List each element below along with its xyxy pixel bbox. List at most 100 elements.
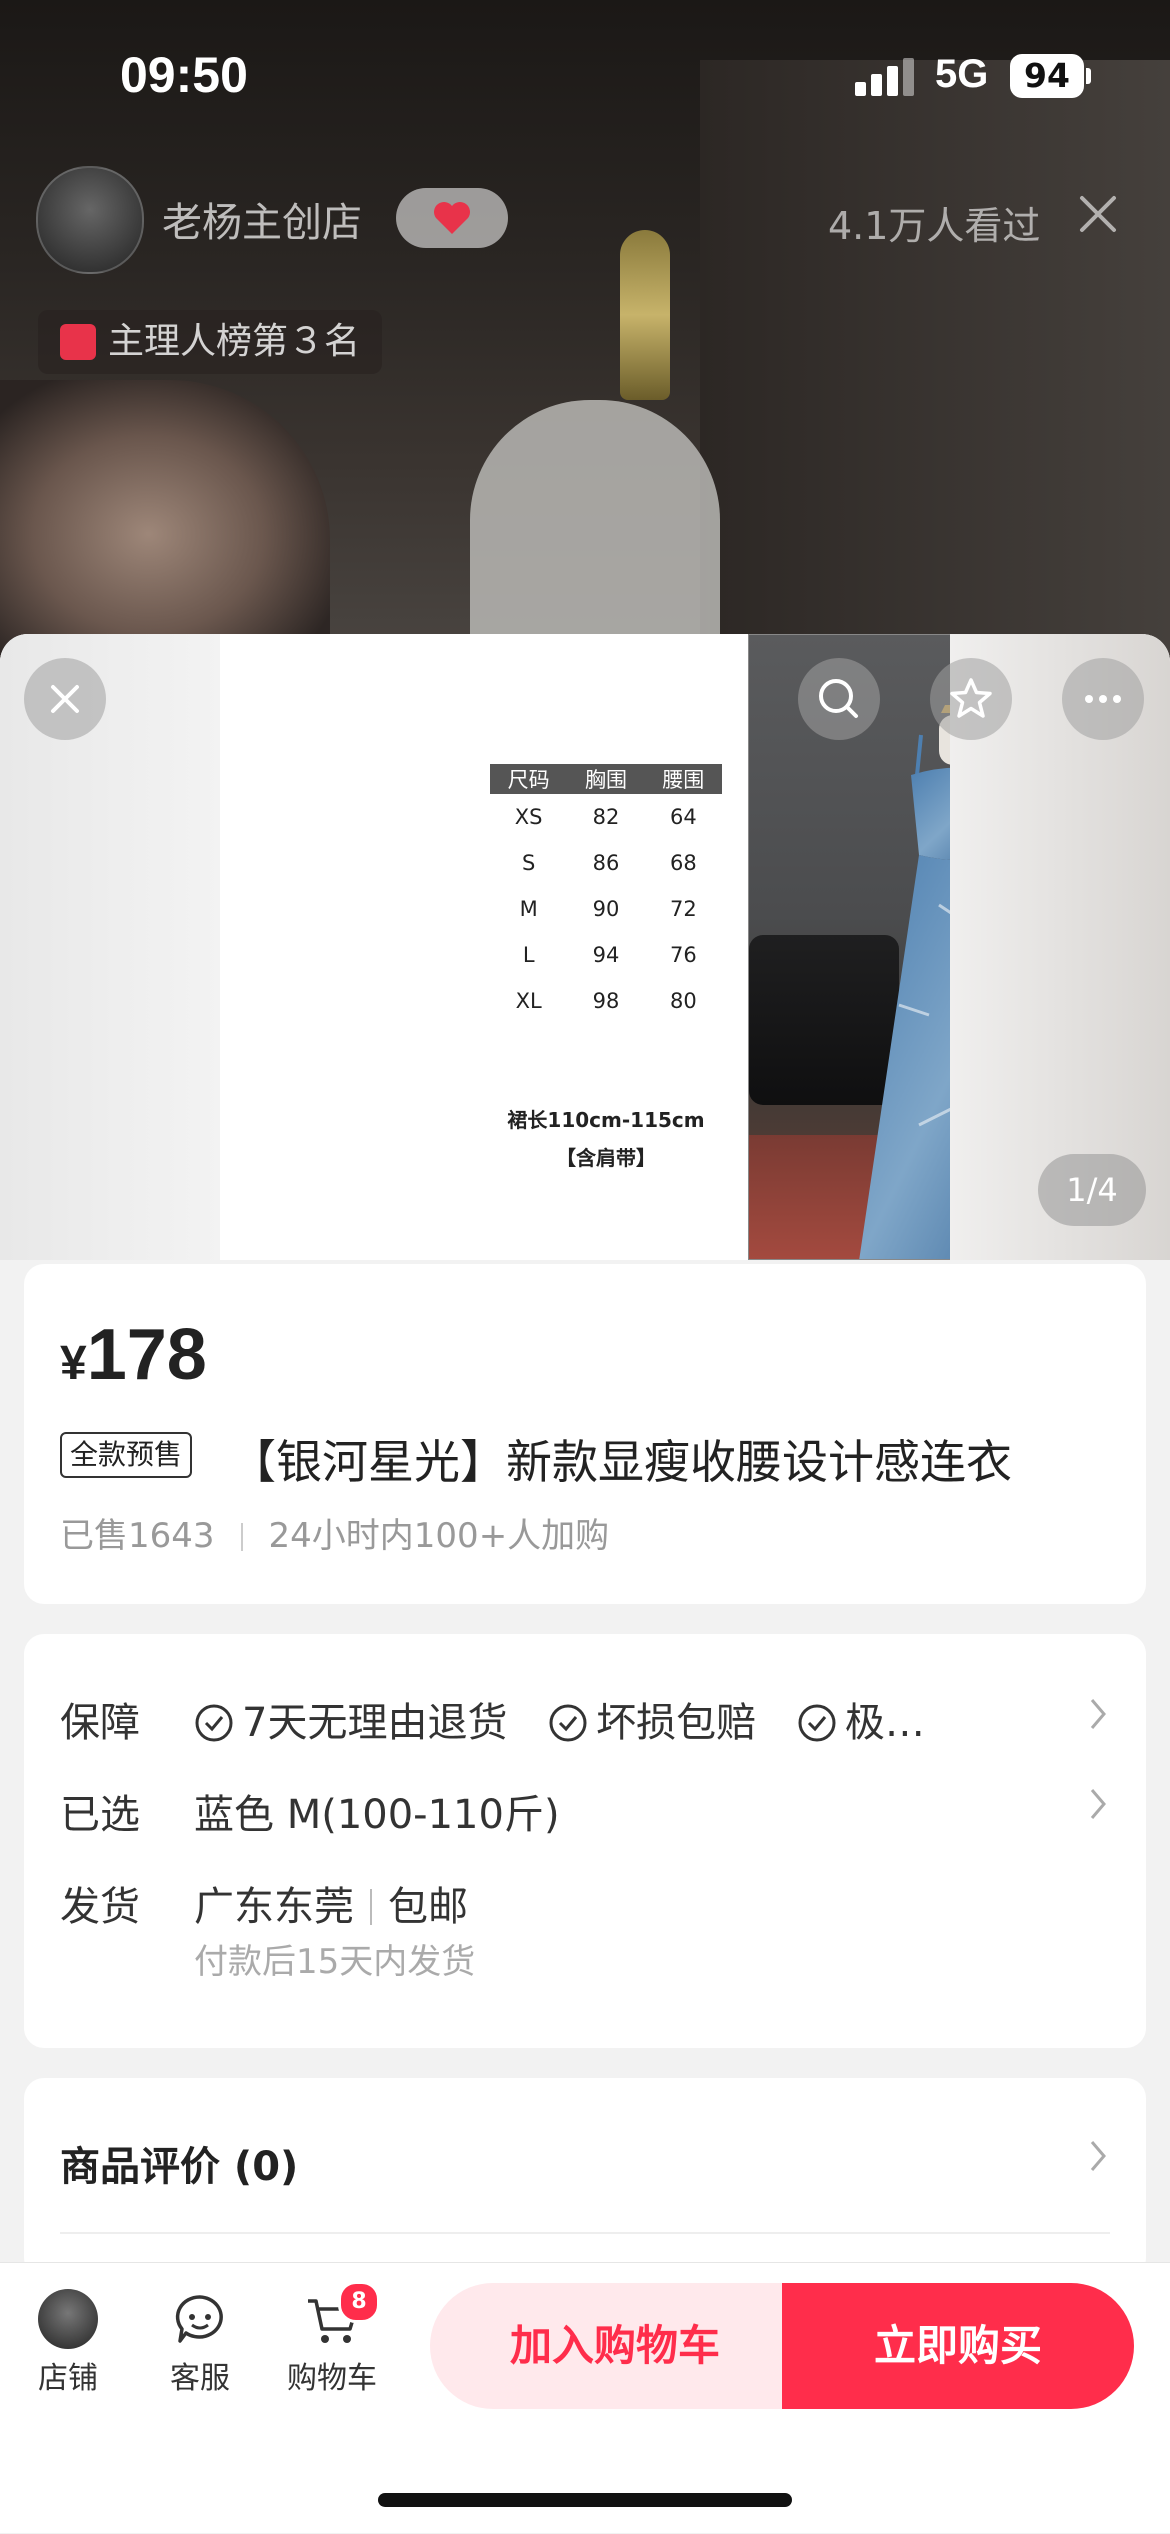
size-cell: S bbox=[521, 851, 536, 875]
size-cell: 86 bbox=[592, 851, 620, 875]
size-cell: 90 bbox=[592, 897, 620, 921]
store-name[interactable]: 老杨主创店 bbox=[162, 190, 362, 248]
divider bbox=[370, 1889, 372, 1925]
presale-tag: 全款预售 bbox=[60, 1432, 193, 1478]
viewer-count: 4.1万人看过 bbox=[828, 204, 1041, 248]
size-cell: L bbox=[522, 943, 535, 967]
more-icon bbox=[1085, 695, 1121, 703]
size-cell: 64 bbox=[669, 805, 697, 829]
size-chart-header: 尺码 胸围 腰围 bbox=[490, 764, 722, 794]
store-avatar[interactable] bbox=[36, 166, 144, 274]
image-gallery[interactable]: 尺码 胸围 腰围 XS 82 64 S 86 68 M 90 72 L 94 76 XL 98 80… bbox=[0, 634, 1170, 1260]
size-row: L 94 76 bbox=[490, 932, 722, 978]
status-time: 09:50 bbox=[120, 47, 248, 103]
close-icon bbox=[51, 685, 79, 713]
search-button[interactable] bbox=[798, 658, 880, 740]
scene-finial bbox=[620, 230, 670, 400]
store-avatar-icon bbox=[38, 2289, 98, 2349]
search-icon bbox=[819, 679, 858, 718]
guarantee-label: 保障 bbox=[60, 1700, 140, 1746]
signal-icon bbox=[855, 56, 915, 96]
home-indicator bbox=[378, 2493, 792, 2507]
cart-tab-label: 购物车 bbox=[287, 2361, 377, 2396]
rank-text: 主理人榜第３名 bbox=[108, 321, 361, 362]
add-to-cart-button[interactable]: 加入购物车 bbox=[430, 2283, 800, 2409]
size-cell: 82 bbox=[592, 805, 620, 829]
gallery-page-indicator: 1/4 bbox=[1038, 1154, 1146, 1226]
customer-service-tab[interactable]: 客服 bbox=[140, 2289, 260, 2397]
divider bbox=[60, 2232, 1110, 2234]
info-card: 保障 7天无理由退货 坏损包赔 极… 已选 蓝色 M(100-110斤) 发货 … bbox=[24, 1634, 1146, 2048]
heart-icon bbox=[434, 202, 470, 234]
size-cell: 98 bbox=[592, 989, 620, 1013]
check-circle-icon bbox=[798, 1704, 836, 1742]
size-cell: 76 bbox=[669, 943, 697, 967]
size-row: M 90 72 bbox=[490, 886, 722, 932]
close-sheet-button[interactable] bbox=[24, 658, 106, 740]
ship-fee: 包邮 bbox=[388, 1884, 468, 1930]
chevron-right-icon[interactable] bbox=[1084, 1784, 1112, 1824]
currency-symbol: ¥ bbox=[60, 1337, 87, 1390]
guarantee-item: 坏损包赔 bbox=[596, 1700, 757, 1746]
size-chart: 尺码 胸围 腰围 XS 82 64 S 86 68 M 90 72 L 94 76 XL 98 80 bbox=[490, 764, 722, 1024]
selected-variant[interactable]: 蓝色 M(100-110斤) bbox=[194, 1782, 560, 1840]
bottom-action-bar: 店铺 客服 8 购物车 加入购物车 立即购买 bbox=[0, 2262, 1170, 2533]
size-cell: 72 bbox=[669, 897, 697, 921]
recent-adds: 24小时内100+人加购 bbox=[268, 1516, 610, 1556]
check-circle-icon bbox=[195, 1704, 233, 1742]
check-circle-icon bbox=[549, 1704, 587, 1742]
chevron-right-icon[interactable] bbox=[1084, 1694, 1112, 1734]
cart-tab[interactable]: 8 购物车 bbox=[272, 2281, 392, 2397]
ship-from: 广东东莞 bbox=[194, 1884, 354, 1930]
scene-mannequin bbox=[470, 400, 720, 660]
size-row: S 86 68 bbox=[490, 840, 722, 886]
size-row: XL 98 80 bbox=[490, 978, 722, 1024]
sales-info: 已售1643 24小时内100+人加购 bbox=[60, 1508, 609, 1557]
size-header-size: 尺码 bbox=[507, 768, 550, 792]
service-tab-label: 客服 bbox=[170, 2361, 230, 2396]
size-cell: XS bbox=[514, 805, 543, 829]
close-icon[interactable] bbox=[1076, 192, 1120, 236]
battery-tip bbox=[1086, 68, 1091, 84]
rank-bag-icon bbox=[60, 324, 96, 360]
reviews-title[interactable]: 商品评价 (0) bbox=[60, 2134, 298, 2192]
size-row: XS 82 64 bbox=[490, 794, 722, 840]
reviews-card[interactable]: 商品评价 (0) bbox=[24, 2078, 1146, 2278]
length-note: 裙长110cm-115cm bbox=[507, 1108, 705, 1132]
size-header-waist: 腰围 bbox=[662, 768, 705, 792]
price-card: ¥178 全款预售 【银河星光】新款显瘦收腰设计感连衣 已售1643 24小时内1… bbox=[24, 1264, 1146, 1604]
product-title: 【银河星光】新款显瘦收腰设计感连衣 bbox=[230, 1435, 1012, 1489]
store-tab[interactable]: 店铺 bbox=[8, 2289, 128, 2397]
rank-badge[interactable]: 主理人榜第３名 bbox=[38, 310, 383, 374]
follow-button[interactable] bbox=[396, 188, 508, 248]
guarantee-row[interactable]: 7天无理由退货 坏损包赔 极… bbox=[194, 1690, 925, 1748]
chat-bubble-icon bbox=[175, 2295, 223, 2343]
size-cell: M bbox=[519, 897, 538, 921]
guarantee-item: 7天无理由退货 bbox=[242, 1700, 508, 1746]
guarantee-item: 极… bbox=[844, 1700, 925, 1746]
selected-label: 已选 bbox=[60, 1792, 140, 1838]
strap-note: 【含肩带】 bbox=[556, 1146, 656, 1170]
battery-icon: 94 bbox=[1010, 54, 1084, 98]
size-cell: 94 bbox=[592, 943, 620, 967]
more-button[interactable] bbox=[1062, 658, 1144, 740]
cart-count-badge: 8 bbox=[338, 2281, 380, 2323]
product-price: ¥178 bbox=[60, 1314, 207, 1396]
ship-time: 付款后15天内发货 bbox=[194, 1942, 476, 1982]
size-cell: XL bbox=[515, 989, 542, 1013]
size-cell: 80 bbox=[669, 989, 697, 1013]
chevron-right-icon[interactable] bbox=[1084, 2136, 1112, 2176]
network-type: 5G bbox=[935, 52, 989, 96]
product-sheet: 尺码 胸围 腰围 XS 82 64 S 86 68 M 90 72 L 94 76 XL 98 80… bbox=[0, 634, 1170, 2534]
price-value: 178 bbox=[86, 1315, 207, 1395]
size-cell: 68 bbox=[669, 851, 697, 875]
size-header-bust: 胸围 bbox=[584, 768, 627, 792]
shipping-label: 发货 bbox=[60, 1884, 140, 1930]
scene-wall bbox=[700, 60, 1170, 660]
scene-person bbox=[0, 380, 330, 660]
favorite-button[interactable] bbox=[930, 658, 1012, 740]
buy-now-button[interactable]: 立即购买 bbox=[782, 2283, 1134, 2409]
sold-count: 已售1643 bbox=[60, 1516, 215, 1556]
shipping-info: 广东东莞 包邮 bbox=[194, 1874, 468, 1932]
divider bbox=[240, 1523, 243, 1551]
